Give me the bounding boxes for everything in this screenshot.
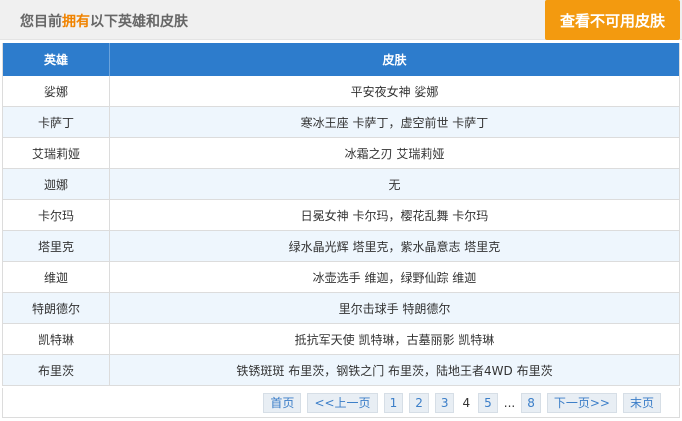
- title-prefix: 您目前: [20, 14, 62, 30]
- table-row: 布里茨 铁锈斑斑 布里茨，钢铁之门 布里茨，陆地王者4WD 布里茨: [3, 355, 679, 386]
- hero-cell: 艾瑞莉娅: [3, 138, 110, 168]
- skin-cell: 绿水晶光辉 塔里克，紫水晶意志 塔里克: [288, 239, 501, 254]
- hero-cell: 塔里克: [3, 231, 110, 261]
- hero-cell: 娑娜: [3, 76, 110, 106]
- hero-cell: 维迦: [3, 262, 110, 292]
- hero-cell: 卡尔玛: [3, 200, 110, 230]
- page-title: 您目前拥有以下英雄和皮肤: [20, 11, 188, 31]
- page-link-5[interactable]: 5: [478, 392, 498, 413]
- table-row: 凯特琳 抵抗军天使 凯特琳，古墓丽影 凯特琳: [3, 324, 679, 355]
- skin-cell: 日冕女神 卡尔玛，樱花乱舞 卡尔玛: [300, 208, 489, 223]
- page-link-3[interactable]: 3: [434, 392, 455, 413]
- table-row: 维迦 冰壶选手 维迦，绿野仙踪 维迦: [3, 262, 679, 293]
- first-page-button[interactable]: 首页: [263, 392, 302, 413]
- hero-cell: 特朗德尔: [3, 293, 110, 323]
- title-suffix: 以下英雄和皮肤: [90, 14, 188, 30]
- table-row: 卡尔玛 日冕女神 卡尔玛，樱花乱舞 卡尔玛: [3, 200, 679, 231]
- skin-cell: 冰霜之刃 艾瑞莉娅: [344, 146, 445, 161]
- pagination: 首页 <<上一页 1 2 3 4 5 ... 8 下一页>> 末页: [2, 388, 680, 418]
- hero-cell: 布里茨: [3, 355, 110, 385]
- table-row: 娑娜 平安夜女神 娑娜: [3, 76, 679, 107]
- column-header-hero: 英雄: [3, 43, 110, 76]
- skin-cell: 无: [388, 177, 401, 192]
- hero-cell: 迦娜: [3, 169, 110, 199]
- table-row: 迦娜 无: [3, 169, 679, 200]
- skin-cell: 抵抗军天使 凯特琳，古墓丽影 凯特琳: [294, 332, 495, 347]
- page-link-2[interactable]: 2: [409, 392, 429, 413]
- hero-cell: 卡萨丁: [3, 107, 110, 137]
- table-row: 塔里克 绿水晶光辉 塔里克，紫水晶意志 塔里克: [3, 231, 679, 262]
- title-highlight: 拥有: [62, 14, 90, 30]
- page-ellipsis: ...: [503, 395, 516, 410]
- page-link-last[interactable]: 8: [521, 392, 541, 413]
- next-page-button[interactable]: 下一页>>: [546, 392, 617, 413]
- skin-cell: 里尔击球手 特朗德尔: [338, 301, 451, 316]
- skin-cell: 冰壶选手 维迦，绿野仙踪 维迦: [312, 270, 477, 285]
- current-page: 4: [462, 395, 471, 410]
- table-header: 英雄 皮肤: [3, 43, 679, 76]
- hero-skin-table: 英雄 皮肤 娑娜 平安夜女神 娑娜 卡萨丁 寒冰王座 卡萨丁，虚空前世 卡萨丁 …: [2, 43, 680, 386]
- skin-cell: 平安夜女神 娑娜: [350, 84, 439, 99]
- table-row: 卡萨丁 寒冰王座 卡萨丁，虚空前世 卡萨丁: [3, 107, 679, 138]
- skin-cell: 寒冰王座 卡萨丁，虚空前世 卡萨丁: [300, 115, 489, 130]
- column-header-skin: 皮肤: [382, 53, 407, 67]
- hero-cell: 凯特琳: [3, 324, 110, 354]
- table-row: 特朗德尔 里尔击球手 特朗德尔: [3, 293, 679, 324]
- header-bar: 您目前拥有以下英雄和皮肤 查看不可用皮肤: [0, 0, 682, 40]
- page-link-1[interactable]: 1: [383, 392, 404, 413]
- skin-cell: 铁锈斑斑 布里茨，钢铁之门 布里茨，陆地王者4WD 布里茨: [236, 363, 553, 378]
- last-page-button[interactable]: 末页: [622, 392, 661, 413]
- view-unavailable-skins-button[interactable]: 查看不可用皮肤: [545, 0, 680, 40]
- table-row: 艾瑞莉娅 冰霜之刃 艾瑞莉娅: [3, 138, 679, 169]
- prev-page-button[interactable]: <<上一页: [307, 392, 378, 413]
